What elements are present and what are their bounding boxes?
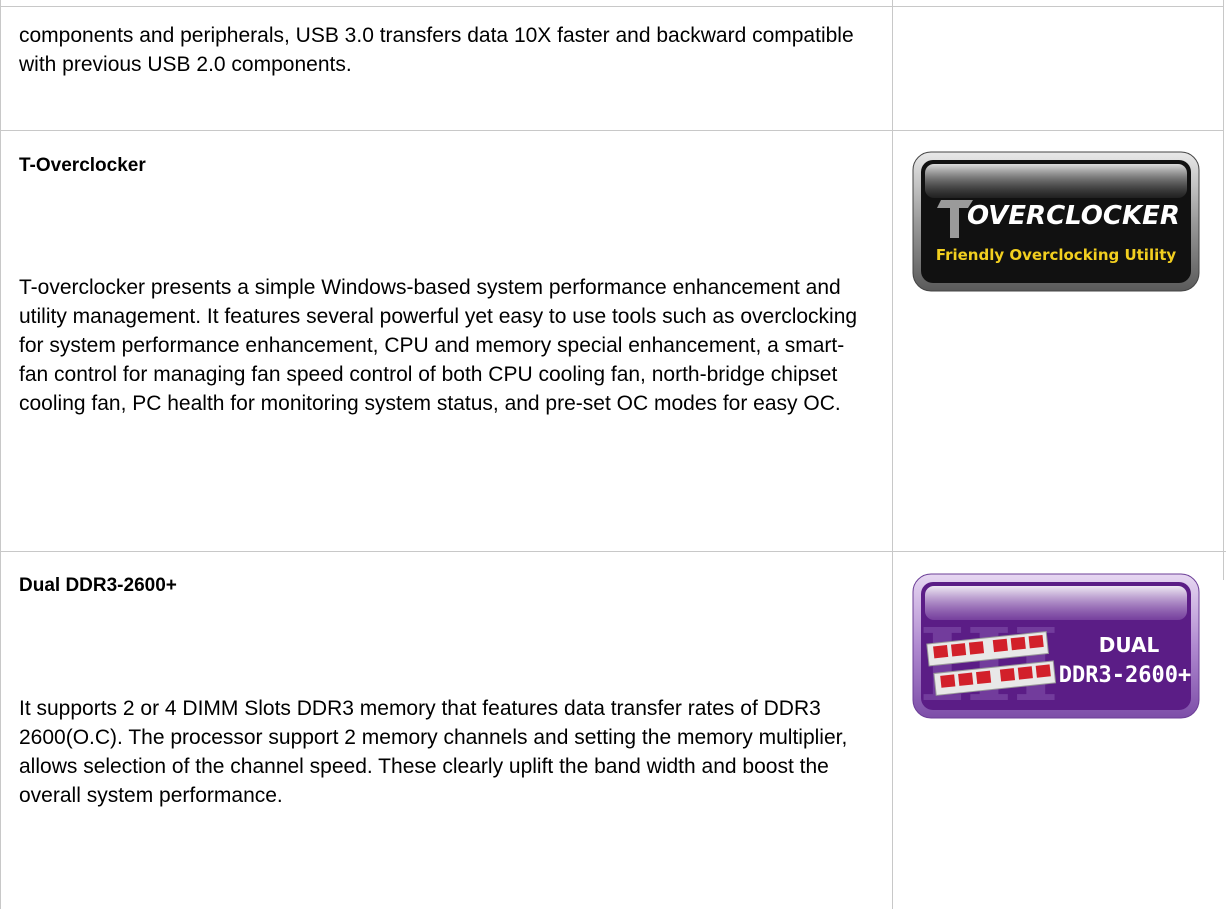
usb3-description: components and peripherals, USB 3.0 tran… xyxy=(19,24,854,76)
spec-table: components and peripherals, USB 3.0 tran… xyxy=(0,0,1226,909)
t-overclocker-title: T-Overclocker xyxy=(19,155,146,176)
table-column-divider xyxy=(892,0,893,909)
ddr3-memory-logo-icon: III DUAL DDR3-2600+ xyxy=(911,572,1201,724)
overclocker-logo-icon: OVERCLOCKER Friendly Overclocking Utilit… xyxy=(911,150,1201,293)
t-overclocker-description: T-overclocker presents a simple Windows-… xyxy=(19,276,858,415)
overclocker-logo-tagline: Friendly Overclocking Utility xyxy=(936,246,1177,264)
row-divider xyxy=(0,551,1226,552)
ddr3-logo-speed-text: DDR3-2600+ xyxy=(1059,663,1191,688)
overclocker-logo-text: OVERCLOCKER xyxy=(967,201,1180,231)
table-border-left xyxy=(0,0,1,909)
ddr3-title: Dual DDR3-2600+ xyxy=(19,575,177,596)
table-border-top xyxy=(0,6,1224,7)
ddr3-description: It supports 2 or 4 DIMM Slots DDR3 memor… xyxy=(19,697,848,807)
table-border-right xyxy=(1223,0,1224,580)
row-divider xyxy=(0,130,1224,131)
ddr3-logo-dual-text: DUAL xyxy=(1099,633,1160,657)
